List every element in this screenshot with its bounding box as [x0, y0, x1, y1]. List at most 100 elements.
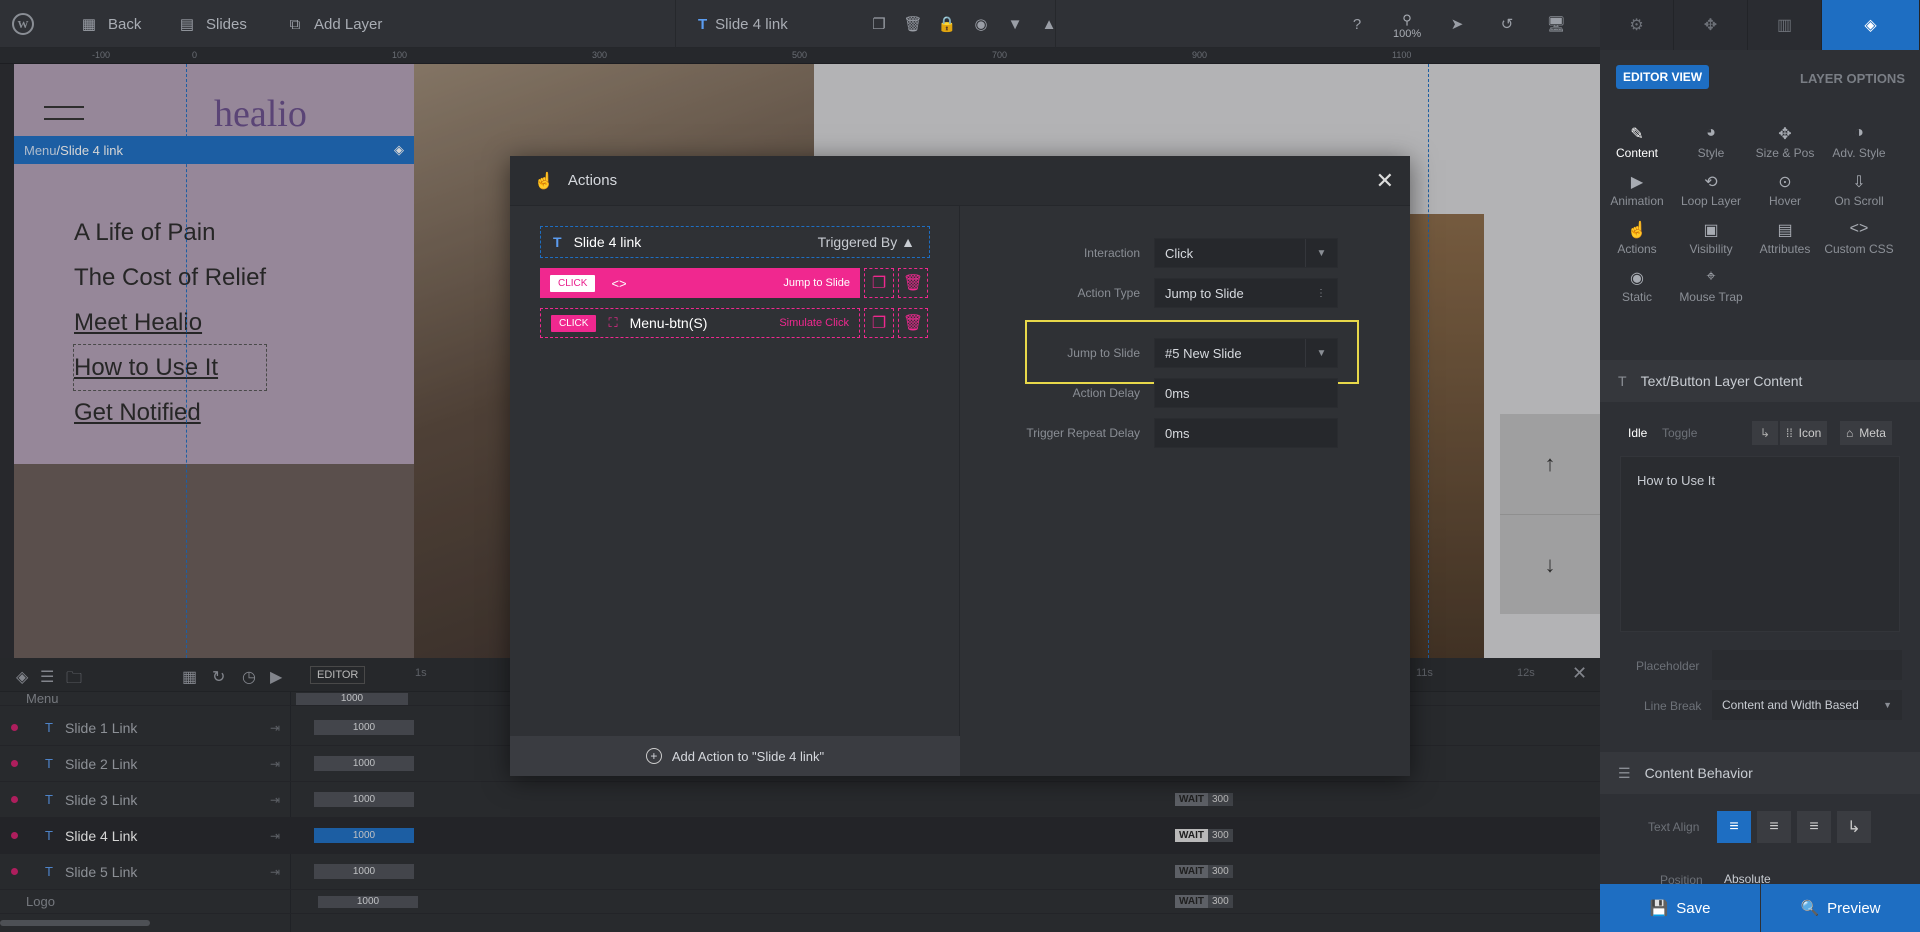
text-content-section[interactable]: T Text/Button Layer Content: [1600, 360, 1920, 402]
help-icon[interactable]: ?: [1346, 0, 1368, 48]
preview-button[interactable]: 🔍 Preview: [1761, 884, 1920, 932]
action-bar[interactable]: CLICK <> Jump to Slide: [540, 268, 860, 298]
ruler-tick: 700: [992, 50, 1008, 60]
top-toolbar: W ▦ Back ▤ Slides ⧉ Add Layer T Slide 4 …: [0, 0, 1600, 48]
action-layer-name: Menu-btn(S): [629, 315, 708, 331]
layer-actions: ❐ 🗑 🔒 ◉ ▼ ▲: [868, 0, 1060, 48]
triggered-by-label: Triggered By: [817, 234, 898, 250]
action-type-select[interactable]: Jump to Slide ⋮: [1154, 278, 1338, 308]
trash-icon[interactable]: 🗑: [898, 268, 928, 298]
icon-button[interactable]: ⁞⁞ Icon: [1780, 421, 1828, 445]
svg-text:W: W: [18, 19, 29, 31]
placeholder-input[interactable]: [1712, 650, 1902, 680]
slide-tab[interactable]: ▥: [1748, 0, 1822, 50]
meta-button[interactable]: ⌂ Meta: [1840, 421, 1892, 445]
back-icon: ▦: [81, 16, 97, 33]
on-scroll-tool[interactable]: ⇩ On Scroll: [1822, 172, 1896, 208]
triggered-by-toggle[interactable]: Triggered By ▲: [818, 234, 915, 250]
duplicate-icon[interactable]: ❐: [864, 308, 894, 338]
settings-tab[interactable]: ⚙: [1600, 0, 1674, 50]
idle-tab[interactable]: Idle: [1628, 426, 1647, 440]
line-break-icon[interactable]: ↳: [1837, 811, 1871, 843]
action-row[interactable]: CLICK ⛶ Menu-btn(S) Simulate Click ❐ 🗑: [540, 308, 930, 338]
animation-tool[interactable]: ▶ Animation: [1600, 172, 1674, 208]
tag-icon: ⌂: [1846, 426, 1854, 440]
jump-to-slide-select[interactable]: #5 New Slide ▼: [1154, 338, 1338, 368]
slides-button[interactable]: ▤ Slides: [176, 0, 247, 48]
adv-style-tool[interactable]: ◑ Adv. Style: [1822, 124, 1896, 160]
toggle-tab[interactable]: Toggle: [1662, 426, 1697, 440]
align-left-icon[interactable]: ≡: [1717, 811, 1751, 843]
ruler-tick: 500: [792, 50, 808, 60]
play-icon: ▶: [1630, 174, 1644, 191]
visibility-tool[interactable]: ▣ Visibility: [1674, 220, 1748, 256]
chevron-down-icon: ▼: [1305, 339, 1337, 367]
actions-modal: ☝ Actions ✕ T Slide 4 link Triggered By …: [510, 156, 1410, 776]
align-right-icon[interactable]: ≡: [1797, 811, 1831, 843]
action-bar[interactable]: CLICK ⛶ Menu-btn(S) Simulate Click: [540, 308, 860, 338]
back-button[interactable]: ▦ Back: [78, 0, 141, 48]
content-tool[interactable]: ✎ Content: [1600, 124, 1674, 160]
scroll-icon: ⇩: [1852, 174, 1866, 191]
add-layer-label: Add Layer: [314, 15, 383, 33]
preview-label: Preview: [1827, 899, 1881, 917]
eye-icon[interactable]: ◉: [970, 13, 992, 35]
divider: [675, 0, 676, 48]
trash-icon[interactable]: 🗑: [902, 13, 924, 35]
ruler-tick: 1100: [1392, 50, 1412, 60]
trigger-repeat-input[interactable]: 0ms: [1154, 418, 1338, 448]
editor-view-badge[interactable]: EDITOR VIEW: [1616, 65, 1710, 89]
pointer-icon[interactable]: ➤: [1446, 0, 1468, 48]
horizontal-ruler: -100 0 100 300 500 700 900 1100: [0, 48, 1600, 64]
line-break-icon[interactable]: ↳: [1752, 421, 1778, 445]
save-button[interactable]: 💾 Save: [1600, 884, 1760, 932]
text-layer-icon: T: [553, 234, 562, 250]
ruler-tick: 900: [1192, 50, 1208, 60]
content-behavior-section[interactable]: ☰ Content Behavior: [1600, 752, 1920, 794]
undo-icon[interactable]: ↺: [1496, 0, 1518, 48]
action-target[interactable]: T Slide 4 link Triggered By ▲: [540, 226, 930, 258]
style-tool[interactable]: ◕ Style: [1674, 124, 1748, 160]
navigation-icon: ✥: [1703, 17, 1718, 34]
click-badge: CLICK: [550, 274, 596, 292]
add-action-button[interactable]: + Add Action to "Slide 4 link": [510, 736, 960, 776]
layers-tab[interactable]: ◈: [1822, 0, 1920, 50]
size-pos-tool[interactable]: ✥ Size & Pos: [1748, 124, 1822, 160]
chevron-down-icon[interactable]: ▼: [1004, 13, 1026, 35]
chevron-down-icon: ▼: [1305, 239, 1337, 267]
add-layer-icon: ⧉: [289, 15, 301, 33]
ruler-tick: 300: [592, 50, 608, 60]
close-icon[interactable]: ✕: [1376, 168, 1394, 194]
navigation-tab[interactable]: ✥: [1674, 0, 1748, 50]
zoom-control[interactable]: ⚲ 100%: [1393, 12, 1421, 40]
loop-layer-tool[interactable]: ⟲ Loop Layer: [1674, 172, 1748, 208]
placeholder-label: Placeholder: [1636, 659, 1700, 673]
text-layer-icon: T: [1618, 373, 1627, 389]
position-value[interactable]: Absolute: [1724, 872, 1771, 884]
slide-icon: ▥: [1776, 17, 1793, 34]
hover-tool[interactable]: ⊙ Hover: [1748, 172, 1822, 208]
static-icon: ◉: [1630, 270, 1644, 287]
static-tool[interactable]: ◉ Static: [1600, 268, 1674, 304]
mouse-trap-tool[interactable]: ⌖ Mouse Trap: [1674, 268, 1748, 304]
attributes-tool[interactable]: ▤ Attributes: [1748, 220, 1822, 256]
grid-icon: ⁞⁞: [1786, 426, 1793, 440]
line-break-select[interactable]: Content and Width Based ▼: [1712, 690, 1902, 720]
content-textarea[interactable]: How to Use It: [1620, 456, 1900, 632]
desktop-icon[interactable]: 🖥: [1545, 0, 1567, 48]
interaction-select[interactable]: Click ▼: [1154, 238, 1338, 268]
action-delay-input[interactable]: 0ms: [1154, 378, 1338, 408]
actions-tool[interactable]: ☝ Actions: [1600, 220, 1674, 256]
duplicate-icon[interactable]: ❐: [868, 13, 890, 35]
duplicate-icon[interactable]: ❐: [864, 268, 894, 298]
align-center-icon[interactable]: ≡: [1757, 811, 1791, 843]
lock-icon[interactable]: 🔒: [936, 13, 958, 35]
layer-frame-icon: ⛶: [608, 315, 618, 330]
wordpress-icon[interactable]: W: [12, 0, 34, 48]
custom-css-tool[interactable]: <> Custom CSS: [1822, 220, 1896, 256]
chevron-up-icon[interactable]: ▲: [1038, 13, 1060, 35]
trash-icon[interactable]: 🗑: [898, 308, 928, 338]
action-row[interactable]: CLICK <> Jump to Slide ❐ 🗑: [540, 268, 930, 298]
ruler-tick: -100: [92, 50, 111, 60]
add-layer-button[interactable]: ⧉ Add Layer: [284, 0, 383, 48]
